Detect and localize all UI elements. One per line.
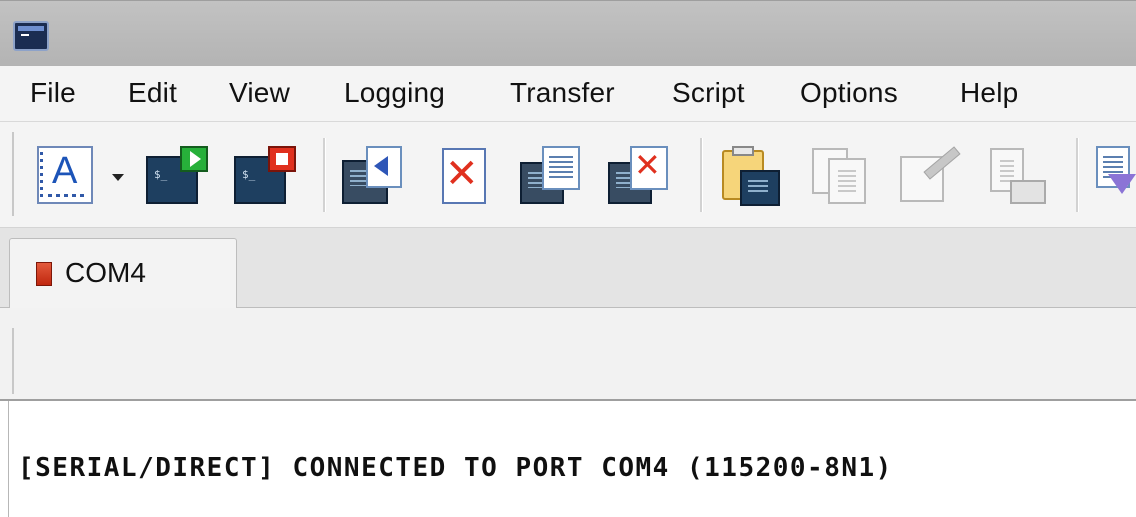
toolbar-separator xyxy=(700,138,703,212)
connect-icon[interactable]: $_ xyxy=(144,144,208,206)
dropdown-arrow-icon[interactable] xyxy=(104,144,130,206)
copy-icon[interactable] xyxy=(806,144,870,206)
toolbar: A $_ $_ ✕ ✕ xyxy=(0,122,1136,228)
toolbar-grip[interactable] xyxy=(12,132,14,216)
print-icon[interactable] xyxy=(982,144,1046,206)
terminal-line: [SERIAL/DIRECT] CONNECTED TO PORT COM4 (… xyxy=(18,453,893,483)
button-bar-grip[interactable] xyxy=(12,328,14,394)
send-file-icon[interactable] xyxy=(1092,144,1136,206)
session-options-icon[interactable] xyxy=(518,144,582,206)
toolbar-separator xyxy=(1076,138,1079,212)
menu-view[interactable]: View xyxy=(229,77,290,109)
disconnect-icon[interactable]: $_ xyxy=(232,144,296,206)
menu-transfer[interactable]: Transfer xyxy=(510,77,615,109)
button-bar xyxy=(0,308,1136,401)
menu-edit[interactable]: Edit xyxy=(128,77,177,109)
disconnected-status-icon xyxy=(36,262,52,286)
menu-bar: File Edit View Logging Transfer Script O… xyxy=(0,66,1136,122)
paste-screen-icon[interactable] xyxy=(718,144,782,206)
terminal-border xyxy=(8,401,9,517)
menu-logging[interactable]: Logging xyxy=(344,77,445,109)
menu-file[interactable]: File xyxy=(30,77,76,109)
session-tab-bar: COM4 xyxy=(0,228,1136,308)
font-icon[interactable]: A xyxy=(34,144,98,206)
disconnect-all-icon[interactable]: ✕ xyxy=(606,144,670,206)
menu-help[interactable]: Help xyxy=(960,77,1018,109)
toolbar-separator xyxy=(323,138,326,212)
tab-com4[interactable]: COM4 xyxy=(9,238,237,308)
title-bar xyxy=(0,0,1136,67)
terminal-output[interactable]: [SERIAL/DIRECT] CONNECTED TO PORT COM4 (… xyxy=(0,401,1136,517)
terminal-app-icon[interactable] xyxy=(13,21,49,51)
tab-label: COM4 xyxy=(65,257,146,288)
edit-icon[interactable] xyxy=(896,144,961,206)
menu-script[interactable]: Script xyxy=(672,77,745,109)
menu-options[interactable]: Options xyxy=(800,77,898,109)
reconnect-icon[interactable] xyxy=(340,144,404,206)
cancel-icon[interactable]: ✕ xyxy=(432,144,496,206)
